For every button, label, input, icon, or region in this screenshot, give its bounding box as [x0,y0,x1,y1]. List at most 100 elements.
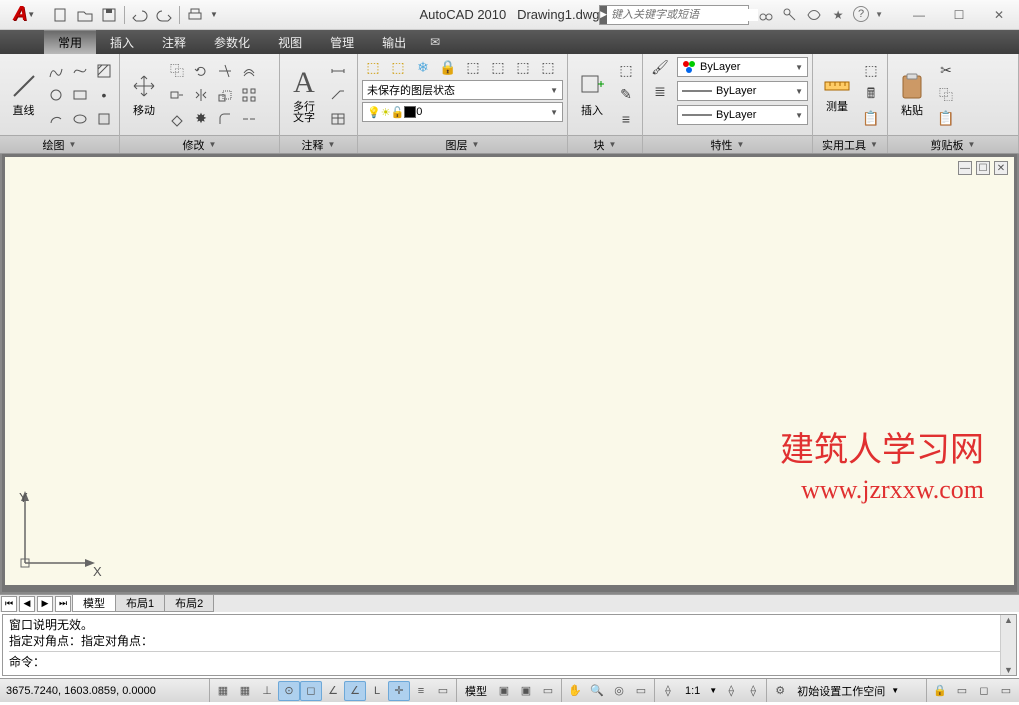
paste-special-icon[interactable]: 📋 [935,108,957,130]
command-window[interactable]: 窗口说明无效。 指定对角点：指定对角点： 命令： ▲▼ [2,614,1017,676]
id-icon[interactable]: 📋 [860,108,882,130]
tab-layout2[interactable]: 布局2 [164,595,214,612]
move-tool[interactable]: 移动 [124,57,164,132]
array-icon[interactable] [238,84,260,106]
app-menu-button[interactable]: A ▼ [4,1,44,29]
measure-tool[interactable]: 测量 [817,57,857,132]
annoauto-icon[interactable]: ⟠ [742,681,764,701]
viewport-minimize-icon[interactable]: — [958,161,972,175]
annovis-icon[interactable]: ⟠ [720,681,742,701]
command-scrollbar[interactable]: ▲▼ [1000,615,1016,675]
qat-undo-icon[interactable] [129,4,151,26]
tab-extra-icon[interactable]: ✉ [420,30,450,54]
layer-prop-icon[interactable]: ⬚ [362,56,384,78]
layer-match-icon[interactable]: ⬚ [512,56,534,78]
stretch-icon[interactable] [166,84,188,106]
rotate-icon[interactable] [190,60,212,82]
ortho-toggle-icon[interactable]: ⊥ [256,681,278,701]
hardware-accel-icon[interactable]: ▭ [951,681,973,701]
mtext-tool[interactable]: A 多行 文字 [284,57,324,132]
match-prop-icon[interactable]: 🖌 [647,56,673,78]
explode-icon[interactable]: ✸ [190,108,212,130]
polar-toggle-icon[interactable]: ⊙ [278,681,300,701]
steering-icon[interactable]: ◎ [608,681,630,701]
linetype-combo[interactable]: ByLayer▼ [677,81,808,101]
fillet-icon[interactable] [214,108,236,130]
annotation-scale[interactable]: 1:1 [679,685,706,697]
circle-icon[interactable] [45,84,67,106]
tab-manage[interactable]: 管理 [316,30,368,54]
ellipse-icon[interactable] [69,108,91,130]
tab-nav-prev-icon[interactable]: ◀ [19,596,35,612]
layer-freeze-icon[interactable]: ❄ [412,56,434,78]
coordinates-display[interactable]: 3675.7240, 1603.0859, 0.0000 [0,679,210,702]
tab-nav-first-icon[interactable]: ⏮ [1,596,17,612]
annoscale-icon[interactable]: ⟠ [657,681,679,701]
rectangle-icon[interactable] [69,84,91,106]
copy-clip-icon[interactable]: ⿻ [935,84,957,106]
favorite-icon[interactable]: ★ [829,6,847,24]
workspace-gear-icon[interactable]: ⚙ [769,681,791,701]
otrack-toggle-icon[interactable]: ∠ [344,681,366,701]
tab-parametric[interactable]: 参数化 [200,30,264,54]
erase-icon[interactable] [166,108,188,130]
help-icon[interactable]: ? [853,6,869,22]
select-icon[interactable]: ⬚ [860,60,882,82]
lwt-toggle-icon[interactable]: ≡ [410,681,432,701]
layer-off-icon[interactable]: ⬚ [387,56,409,78]
qat-redo-icon[interactable] [153,4,175,26]
dimension-icon[interactable] [327,60,349,82]
line-tool[interactable]: 直线 [4,57,43,132]
qat-new-icon[interactable] [50,4,72,26]
join-icon[interactable] [238,108,260,130]
tab-view[interactable]: 视图 [264,30,316,54]
model-space-button[interactable]: 模型 [459,683,493,699]
drawing-canvas[interactable]: — ☐ ✕ Y X 建筑人学习网 www.jzrxxw.com [5,157,1014,585]
attr-block-icon[interactable]: ≡ [615,108,637,130]
scale-icon[interactable] [214,84,236,106]
point-icon[interactable]: • [93,84,115,106]
layout-quick-icon[interactable]: ▣ [493,681,515,701]
offset-icon[interactable] [238,60,260,82]
subscription-icon[interactable] [805,6,823,24]
qp-toggle-icon[interactable]: ▭ [432,681,454,701]
dyn-toggle-icon[interactable]: ✛ [388,681,410,701]
paste-tool[interactable]: 粘贴 [892,57,932,132]
key-icon[interactable] [781,6,799,24]
viewport-maximize-icon[interactable]: ☐ [976,161,990,175]
layer-current-combo[interactable]: 💡 ☀ 🔓 0 ▼ [362,102,563,122]
clean-screen-icon[interactable]: ▭ [995,681,1017,701]
tab-layout1[interactable]: 布局1 [115,595,165,612]
snap-toggle-icon[interactable]: ▦ [212,681,234,701]
layer-iso-icon[interactable]: ⬚ [462,56,484,78]
lineweight-combo[interactable]: ByLayer▼ [677,105,808,125]
infocenter-search[interactable]: ▶ [599,5,749,25]
copy-icon[interactable]: ⿻ [166,60,188,82]
color-combo[interactable]: ByLayer▼ [677,57,808,77]
ducs-toggle-icon[interactable]: L [366,681,388,701]
leader-icon[interactable] [327,84,349,106]
showmotion-icon[interactable]: ▭ [630,681,652,701]
tab-insert[interactable]: 插入 [96,30,148,54]
insert-block-tool[interactable]: 插入 [572,57,612,132]
edit-block-icon[interactable]: ✎ [615,84,637,106]
polyline-icon[interactable] [45,60,67,82]
arc-icon[interactable] [45,108,67,130]
qat-print-icon[interactable] [184,4,206,26]
binoculars-icon[interactable] [757,6,775,24]
tab-output[interactable]: 输出 [368,30,420,54]
grid-toggle-icon[interactable]: ▦ [234,681,256,701]
spline-icon[interactable] [69,60,91,82]
layer-state-combo[interactable]: 未保存的图层状态▼ [362,80,563,100]
3dosnap-toggle-icon[interactable]: ∠ [322,681,344,701]
zoom-icon[interactable]: 🔍 [586,681,608,701]
toolbar-lock-icon[interactable]: 🔒 [929,681,951,701]
qat-save-icon[interactable] [98,4,120,26]
qat-open-icon[interactable] [74,4,96,26]
layout-nav-icon[interactable]: ▣ [515,681,537,701]
tab-home[interactable]: 常用 [44,30,96,54]
list-icon[interactable]: ≣ [647,80,673,102]
tab-model[interactable]: 模型 [72,595,116,612]
hatch-icon[interactable] [93,60,115,82]
mirror-icon[interactable] [190,84,212,106]
